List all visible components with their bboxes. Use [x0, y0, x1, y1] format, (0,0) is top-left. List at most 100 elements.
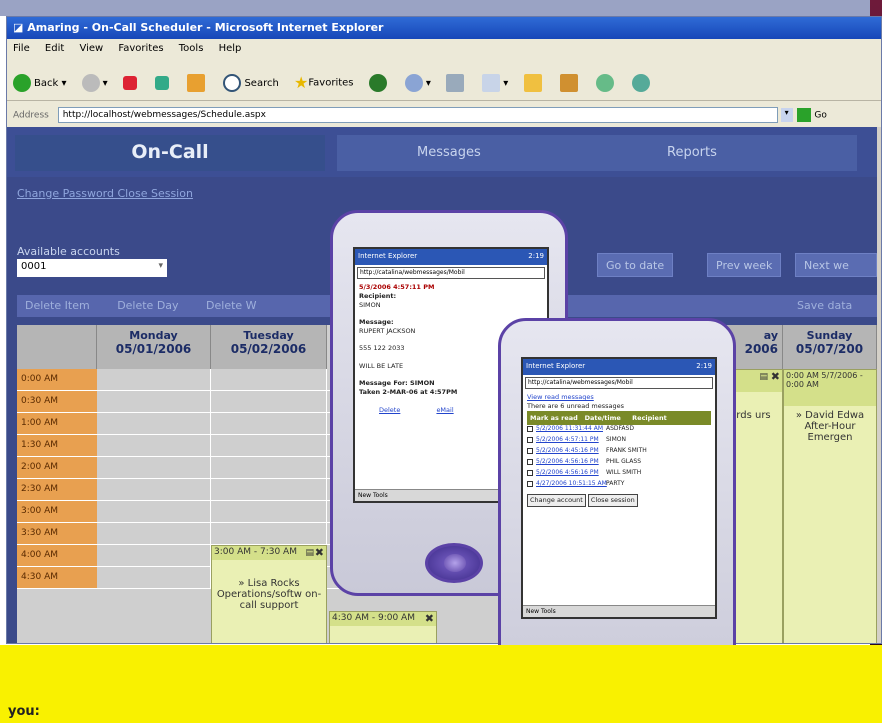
menu-help[interactable]: Help	[219, 43, 242, 54]
pda2-footer[interactable]: New Tools	[523, 605, 715, 617]
pda2-url[interactable]: http://catalina/webmessages/Mobil	[525, 377, 713, 389]
nav-reports[interactable]: Reports	[667, 145, 717, 160]
address-label: Address	[13, 110, 49, 121]
schedule-cell[interactable]	[211, 435, 327, 457]
message-date-link[interactable]: 4/27/2006 10:51:15 AM	[536, 480, 607, 488]
schedule-cell[interactable]	[97, 567, 211, 589]
delete-item-button[interactable]: Delete Item	[25, 299, 90, 312]
ie-toolbar: Back ▾ ▾ Search ★Favorites ▾ ▾	[7, 59, 881, 101]
mark-read-checkbox[interactable]	[527, 425, 533, 432]
edit-icon[interactable]: ▤	[305, 548, 314, 558]
message-date-link[interactable]: 5/2/2006 4:45:16 PM	[536, 447, 606, 455]
menu-tools[interactable]: Tools	[179, 43, 204, 54]
pda1-dpad[interactable]	[425, 543, 483, 583]
change-password-link[interactable]: Change Password	[17, 187, 114, 200]
day-header-sunday: Sunday 05/07/200	[783, 325, 877, 369]
pda1-delete-link[interactable]: Delete	[379, 406, 400, 414]
pda1-url[interactable]: http://catalina/webmessages/Mobil	[357, 267, 545, 279]
menu-edit[interactable]: Edit	[45, 43, 64, 54]
prev-week-button[interactable]: Prev week	[707, 253, 782, 277]
edit-button[interactable]: ▾	[482, 73, 508, 92]
home-button[interactable]	[187, 73, 208, 92]
nav-messages[interactable]: Messages	[337, 135, 857, 171]
accounts-label: Available accounts	[17, 245, 120, 258]
refresh-button[interactable]	[155, 75, 172, 90]
back-button[interactable]: Back ▾	[13, 73, 66, 92]
schedule-cell[interactable]	[211, 457, 327, 479]
schedule-cell[interactable]	[97, 501, 211, 523]
schedule-cell[interactable]	[97, 523, 211, 545]
media-button[interactable]	[368, 73, 390, 92]
mark-read-checkbox[interactable]	[527, 480, 533, 487]
event-tuesday[interactable]: 3:00 AM - 7:30 AM ▤ ✖ » Lisa Rocks Opera…	[211, 545, 327, 643]
menu-file[interactable]: File	[13, 43, 30, 54]
delete-day-button[interactable]: Delete Day	[117, 299, 178, 312]
change-account-button[interactable]: Change account	[527, 494, 586, 508]
pda1-email-link[interactable]: eMail	[436, 406, 453, 414]
forward-button[interactable]: ▾	[81, 73, 108, 92]
schedule-cell[interactable]	[211, 413, 327, 435]
discuss-button[interactable]	[632, 73, 653, 92]
message-recipient: PHIL GLASS	[606, 458, 642, 466]
next-week-button[interactable]: Next we	[795, 253, 877, 277]
delete-week-button[interactable]: Delete W	[206, 299, 257, 312]
event-time: 0:00 AM 5/7/2006 - 0:00 AM	[784, 370, 876, 406]
home-icon	[187, 73, 206, 92]
event-sunday[interactable]: 0:00 AM 5/7/2006 - 0:00 AM » David Edwa …	[783, 369, 877, 643]
mark-read-checkbox[interactable]	[527, 436, 533, 443]
schedule-cell[interactable]	[97, 435, 211, 457]
message-date-link[interactable]: 5/2/2006 4:56:16 PM	[536, 469, 606, 477]
go-arrow-icon[interactable]	[797, 108, 812, 122]
stop-button[interactable]	[122, 75, 140, 90]
stop-icon	[122, 75, 137, 90]
schedule-cell[interactable]	[97, 413, 211, 435]
star-icon: ★	[294, 73, 309, 92]
schedule-cell[interactable]	[211, 369, 327, 391]
mark-read-checkbox[interactable]	[527, 458, 533, 465]
schedule-cell[interactable]	[211, 501, 327, 523]
event-wednesday[interactable]: 4:30 AM - 9:00 AM ✖	[329, 611, 437, 643]
pda2-buttons: Change account Close session	[527, 494, 711, 508]
print-button[interactable]	[446, 73, 467, 92]
go-button[interactable]: Go	[814, 111, 826, 121]
address-dropdown-icon[interactable]: ▾	[780, 108, 793, 122]
search-button[interactable]: Search	[223, 73, 279, 92]
close-session-link[interactable]: Close Session	[118, 187, 193, 200]
research-button[interactable]	[559, 73, 581, 92]
save-data-button[interactable]: Save data	[797, 299, 852, 312]
schedule-cell[interactable]	[97, 457, 211, 479]
nav-oncall[interactable]: On-Call	[15, 135, 325, 171]
favorites-button[interactable]: ★Favorites	[294, 73, 354, 92]
mail-button[interactable]: ▾	[404, 73, 431, 92]
menu-bar: File Edit View Favorites Tools Help	[7, 39, 881, 59]
close-session-button[interactable]: Close session	[587, 494, 638, 508]
folder-button[interactable]	[523, 73, 545, 92]
schedule-cell[interactable]	[211, 391, 327, 413]
message-date-link[interactable]: 5/2/2006 4:57:11 PM	[536, 436, 606, 444]
message-date-link[interactable]: 5/2/2006 4:56:16 PM	[536, 458, 606, 466]
pda2-message-row: 5/2/2006 4:56:16 PM PHIL GLASS	[527, 458, 711, 469]
delete-icon[interactable]: ✖	[425, 612, 434, 625]
pda2-titlebar: Internet Explorer 2:19	[523, 359, 715, 375]
schedule-cell[interactable]	[97, 369, 211, 391]
account-select[interactable]: 0001 ▾	[17, 259, 167, 277]
pda2-view-read-link[interactable]: View read messages	[527, 393, 711, 402]
menu-view[interactable]: View	[79, 43, 103, 54]
schedule-cell[interactable]	[97, 391, 211, 413]
mark-read-checkbox[interactable]	[527, 447, 533, 454]
address-input[interactable]: http://localhost/webmessages/Schedule.as…	[57, 107, 778, 123]
delete-icon[interactable]: ✖	[771, 370, 780, 383]
schedule-cell[interactable]	[97, 545, 211, 567]
mark-read-checkbox[interactable]	[527, 469, 533, 476]
messenger-button[interactable]	[595, 73, 617, 92]
schedule-cell[interactable]	[211, 523, 327, 545]
edit-icon[interactable]: ▤	[759, 372, 768, 382]
menu-favorites[interactable]: Favorites	[118, 43, 163, 54]
message-recipient: PARTY	[606, 480, 625, 488]
delete-icon[interactable]: ✖	[315, 546, 324, 559]
schedule-cell[interactable]	[211, 479, 327, 501]
schedule-cell[interactable]	[97, 479, 211, 501]
back-arrow-icon	[13, 73, 31, 92]
message-date-link[interactable]: 5/2/2006 11:31:44 AM	[536, 425, 606, 433]
go-to-date-button[interactable]: Go to date	[597, 253, 674, 277]
